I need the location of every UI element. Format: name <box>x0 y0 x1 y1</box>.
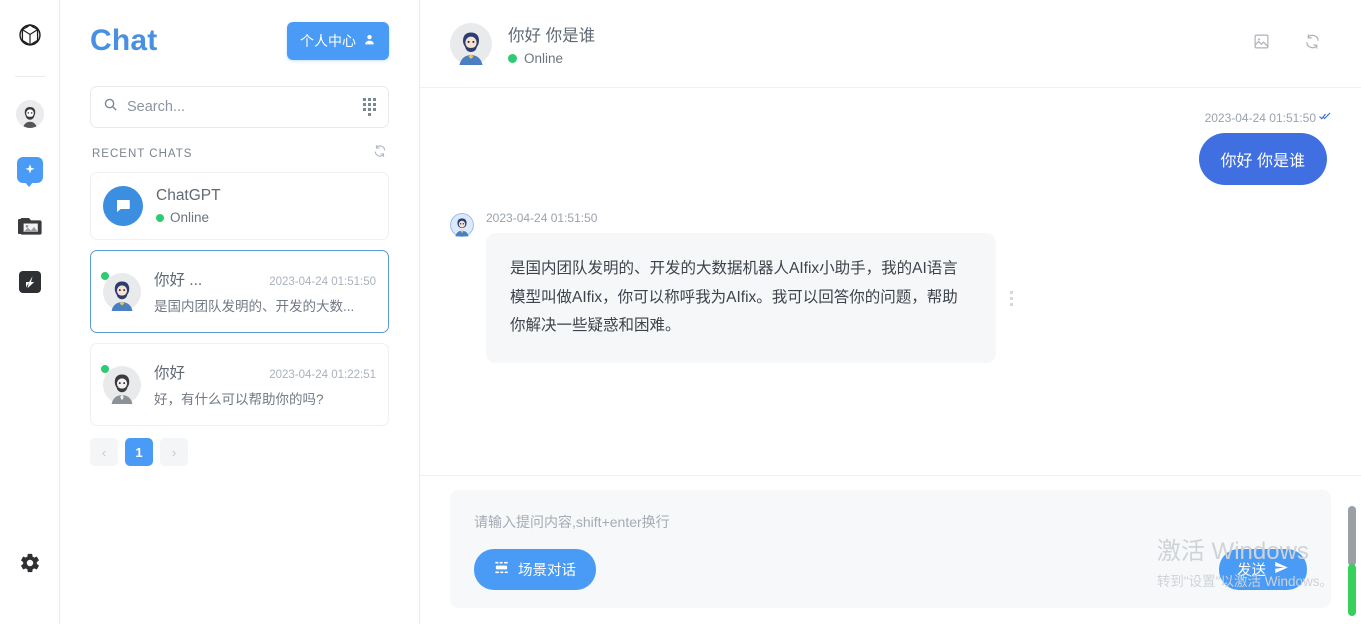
online-dot-icon <box>101 364 109 373</box>
list-item-time: 2023-04-24 01:22:51 <box>269 369 376 381</box>
header-avatar <box>450 22 492 65</box>
vertical-scrollbar[interactable] <box>1346 0 1357 624</box>
app-logo-icon[interactable] <box>13 265 47 299</box>
contact-avatar <box>101 364 141 404</box>
conversation-status: Online <box>508 51 1237 66</box>
panel-header: Chat 个人中心 <box>90 22 389 60</box>
message-more-menu-icon[interactable] <box>1010 290 1013 306</box>
list-item-time: 2023-04-24 01:51:50 <box>269 276 376 288</box>
send-button-label: 发送 <box>1237 563 1266 579</box>
list-item-preview: 是国内团队发明的、开发的大数... <box>154 299 355 314</box>
openai-logo-icon[interactable] <box>13 18 47 52</box>
composer-actions: 场景对话 发送 <box>474 549 1307 590</box>
chat-header: 你好 你是谁 Online <box>420 0 1361 88</box>
chat-list-panel: Chat 个人中心 RECENT CHATS <box>60 0 420 624</box>
image-icon[interactable] <box>1253 33 1270 55</box>
send-arrow-icon <box>1274 560 1289 579</box>
incoming-bubble-row: 是国内团队发明的、开发的大数据机器人AIfix小助手，我的AI语言模型叫做AIf… <box>486 233 1331 364</box>
message-bubble-outgoing: 你好 你是谁 <box>1198 133 1327 185</box>
message-time: 2023-04-24 01:51:50 <box>486 211 598 225</box>
contact-avatar <box>101 271 141 311</box>
message-time: 2023-04-24 01:51:50 <box>1204 110 1316 125</box>
send-button[interactable]: 发送 <box>1219 549 1307 590</box>
composer-area: 请输入提问内容,shift+enter换行 场景对话 发送 <box>420 475 1361 624</box>
chatgpt-avatar-icon <box>103 186 143 226</box>
refresh-icon[interactable] <box>1304 33 1321 55</box>
message-assistant: 2023-04-24 01:51:50 是国内团队发明的、开发的大数据机器人AI… <box>450 211 1331 364</box>
pagination-prev[interactable]: ‹ <box>90 438 118 466</box>
list-item-nihao-shishui[interactable]: 你好 ... 2023-04-24 01:51:50 是国内团队发明的、开发的大… <box>90 250 389 333</box>
list-item-body: 你好 2023-04-24 01:22:51 好，有什么可以帮助你的吗? <box>154 361 376 408</box>
search-box[interactable] <box>90 86 389 128</box>
assistant-avatar <box>450 213 474 237</box>
scene-icon <box>494 560 509 579</box>
apps-grid-icon[interactable] <box>363 98 376 116</box>
header-info: 你好 你是谁 Online <box>508 22 1237 66</box>
composer[interactable]: 请输入提问内容,shift+enter换行 场景对话 发送 <box>450 490 1331 608</box>
scrollbar-thumb-green[interactable] <box>1348 564 1356 616</box>
scene-dialog-button[interactable]: 场景对话 <box>474 549 596 590</box>
search-input[interactable] <box>127 99 354 115</box>
app-window: Chat 个人中心 RECENT CHATS <box>0 0 1361 624</box>
recent-chats-label: RECENT CHATS <box>92 147 193 160</box>
online-dot-icon <box>156 213 164 222</box>
image-folder-icon[interactable] <box>13 209 47 243</box>
search-icon <box>103 97 118 117</box>
scene-button-label: 场景对话 <box>518 563 576 579</box>
message-meta: 2023-04-24 01:51:50 <box>1205 110 1331 125</box>
user-avatar-icon[interactable] <box>13 97 47 131</box>
message-bubble-incoming: 是国内团队发明的、开发的大数据机器人AIfix小助手，我的AI语言模型叫做AIf… <box>486 233 996 364</box>
list-item-body: 你好 ... 2023-04-24 01:51:50 是国内团队发明的、开发的大… <box>154 268 376 315</box>
list-item-name: ChatGPT <box>156 187 221 204</box>
chat-main: 你好 你是谁 Online 2023-04-24 01:51:50 你好 你是谁… <box>420 0 1361 624</box>
online-dot-icon <box>101 271 109 280</box>
refresh-list-icon[interactable] <box>373 144 387 163</box>
conversation-title: 你好 你是谁 <box>508 26 596 45</box>
pagination-next[interactable]: › <box>160 438 188 466</box>
list-item-name: 你好 <box>154 365 186 382</box>
status-text: Online <box>524 50 564 66</box>
recent-chats-header: RECENT CHATS <box>90 144 389 172</box>
scrollbar-thumb[interactable] <box>1348 506 1356 566</box>
message-thread: 2023-04-24 01:51:50 你好 你是谁 2023-04-24 01… <box>420 88 1361 475</box>
profile-button-label: 个人中心 <box>300 33 356 49</box>
list-item-nihao[interactable]: 你好 2023-04-24 01:22:51 好，有什么可以帮助你的吗? <box>90 343 389 426</box>
settings-gear-icon[interactable] <box>13 546 47 580</box>
header-actions <box>1253 33 1321 55</box>
person-icon <box>363 33 376 49</box>
profile-center-button[interactable]: 个人中心 <box>287 22 389 60</box>
list-item-preview: 好，有什么可以帮助你的吗? <box>154 392 324 407</box>
rail-divider <box>14 76 45 77</box>
icon-rail <box>0 0 60 624</box>
assistant-body: 2023-04-24 01:51:50 是国内团队发明的、开发的大数据机器人AI… <box>486 211 1331 364</box>
message-user: 2023-04-24 01:51:50 你好 你是谁 <box>450 110 1331 185</box>
list-item-chatgpt[interactable]: ChatGPT Online <box>90 172 389 240</box>
list-item-body: ChatGPT Online <box>156 187 376 225</box>
pagination-page-1[interactable]: 1 <box>125 438 153 466</box>
sparkle-badge-icon[interactable] <box>13 153 47 187</box>
status-text: Online <box>170 210 210 225</box>
list-item-name: 你好 ... <box>154 272 203 289</box>
list-item-status: Online <box>156 210 376 225</box>
pagination: ‹ 1 › <box>90 438 389 466</box>
online-dot-icon <box>508 53 517 63</box>
page-title: Chat <box>90 24 158 57</box>
read-receipt-icon <box>1319 110 1331 125</box>
composer-placeholder[interactable]: 请输入提问内容,shift+enter换行 <box>474 512 1307 532</box>
